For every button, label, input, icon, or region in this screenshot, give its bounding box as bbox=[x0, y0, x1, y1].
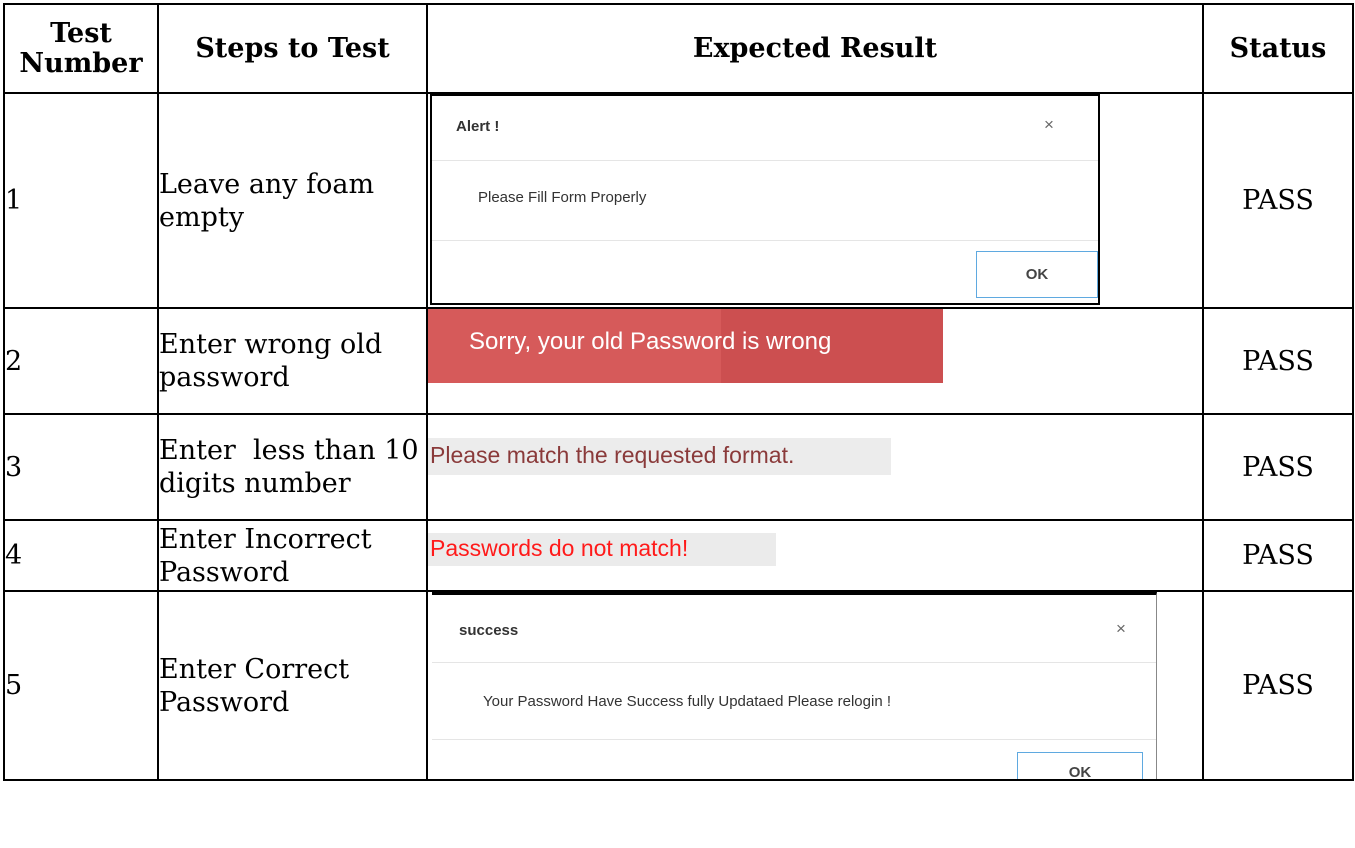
expected-result: Sorry, your old Password is wrong bbox=[426, 307, 1204, 415]
steps-text: Enter Correct Password bbox=[157, 590, 428, 781]
steps-text: Enter Incorrect Password bbox=[157, 519, 428, 592]
status-text: PASS bbox=[1202, 519, 1354, 592]
expected-result: Please match the requested format. bbox=[426, 413, 1204, 521]
banner-message: Sorry, your old Password is wrong bbox=[469, 328, 832, 355]
error-message: Passwords do not match! bbox=[430, 535, 689, 561]
header-steps: Steps to Test bbox=[157, 3, 428, 94]
expected-result: success × Your Password Have Success ful… bbox=[426, 590, 1204, 781]
success-modal: success × Your Password Have Success ful… bbox=[432, 593, 1157, 778]
modal-message: Please Fill Form Properly bbox=[478, 189, 647, 206]
tooltip-message: Please match the requested format. bbox=[430, 442, 795, 468]
table-row: 4 Enter Incorrect Password Passwords do … bbox=[3, 519, 1354, 592]
table-row: 3 Enter less than 10 digits number Pleas… bbox=[3, 413, 1354, 521]
modal-divider bbox=[432, 739, 1156, 740]
modal-divider bbox=[432, 662, 1156, 663]
test-number: 5 bbox=[3, 590, 159, 781]
ok-button[interactable]: OK bbox=[1017, 752, 1143, 778]
ok-button[interactable]: OK bbox=[976, 251, 1098, 298]
expected-result: Alert ! × Please Fill Form Properly OK bbox=[426, 92, 1204, 309]
validation-tooltip: Please match the requested format. bbox=[429, 438, 891, 475]
modal-message: Your Password Have Success fully Updatae… bbox=[483, 693, 892, 710]
test-case-table: Test Number Steps to Test Expected Resul… bbox=[3, 3, 1354, 781]
error-banner: Sorry, your old Password is wrong bbox=[429, 310, 943, 383]
modal-title: Alert ! bbox=[456, 118, 500, 135]
test-number: 4 bbox=[3, 519, 159, 592]
header-status: Status bbox=[1202, 3, 1354, 94]
steps-text: Enter wrong old password bbox=[157, 307, 428, 415]
mismatch-error: Passwords do not match! bbox=[429, 533, 776, 566]
table-row: 2 Enter wrong old password Sorry, your o… bbox=[3, 307, 1354, 415]
status-text: PASS bbox=[1202, 307, 1354, 415]
header-expected: Expected Result bbox=[426, 3, 1204, 94]
status-text: PASS bbox=[1202, 92, 1354, 309]
modal-divider bbox=[432, 240, 1098, 241]
test-number: 2 bbox=[3, 307, 159, 415]
modal-divider bbox=[432, 160, 1098, 161]
header-row: Test Number Steps to Test Expected Resul… bbox=[3, 3, 1354, 94]
table-row: 5 Enter Correct Password success × Your … bbox=[3, 590, 1354, 781]
close-icon[interactable]: × bbox=[1116, 619, 1126, 639]
test-number: 3 bbox=[3, 413, 159, 521]
modal-title: success bbox=[459, 622, 519, 639]
status-text: PASS bbox=[1202, 413, 1354, 521]
status-text: PASS bbox=[1202, 590, 1354, 781]
steps-text: Enter less than 10 digits number bbox=[157, 413, 428, 521]
test-number: 1 bbox=[3, 92, 159, 309]
table-row: 1 Leave any foam empty Alert ! × Please … bbox=[3, 92, 1354, 309]
steps-text: Leave any foam empty bbox=[157, 92, 428, 309]
header-test-number: Test Number bbox=[3, 3, 159, 94]
alert-modal: Alert ! × Please Fill Form Properly OK bbox=[430, 95, 1100, 305]
close-icon[interactable]: × bbox=[1044, 115, 1054, 135]
expected-result: Passwords do not match! bbox=[426, 519, 1204, 592]
